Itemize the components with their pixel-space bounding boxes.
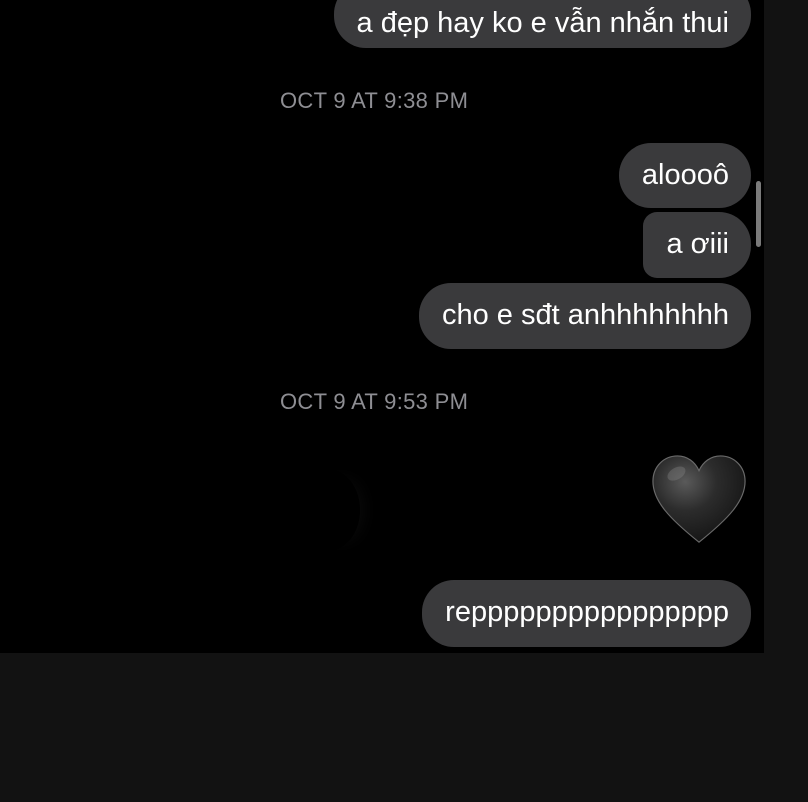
message-text: cho e sđt anhhhhhhhh (441, 299, 729, 331)
message-text: a ơiii (666, 228, 729, 260)
timestamp: OCT 9 AT 9:53 PM (280, 389, 469, 414)
chat-thread[interactable]: a đẹp hay ko e vẫn nhắn thui OCT 9 AT 9:… (0, 0, 764, 653)
black-heart-icon[interactable] (650, 452, 748, 550)
timestamp: OCT 9 AT 9:38 PM (280, 88, 469, 113)
message-text: a đẹp hay ko e vẫn nhắn thui (356, 7, 729, 39)
message-bubble[interactable]: a đẹp hay ko e vẫn nhắn thui (333, 0, 751, 48)
side-panel (764, 0, 808, 653)
bottom-panel (0, 653, 808, 802)
message-text: aloooô (641, 159, 729, 191)
message-text: repppppppppppppppp (445, 596, 729, 628)
message-bubble[interactable]: repppppppppppppppp (422, 580, 751, 647)
message-bubble[interactable]: aloooô (618, 143, 751, 208)
message-bubble[interactable]: a ơiii (643, 212, 751, 278)
background-shadow (300, 470, 360, 550)
message-bubble[interactable]: cho e sđt anhhhhhhhh (418, 283, 751, 349)
scrollbar[interactable] (756, 181, 761, 247)
